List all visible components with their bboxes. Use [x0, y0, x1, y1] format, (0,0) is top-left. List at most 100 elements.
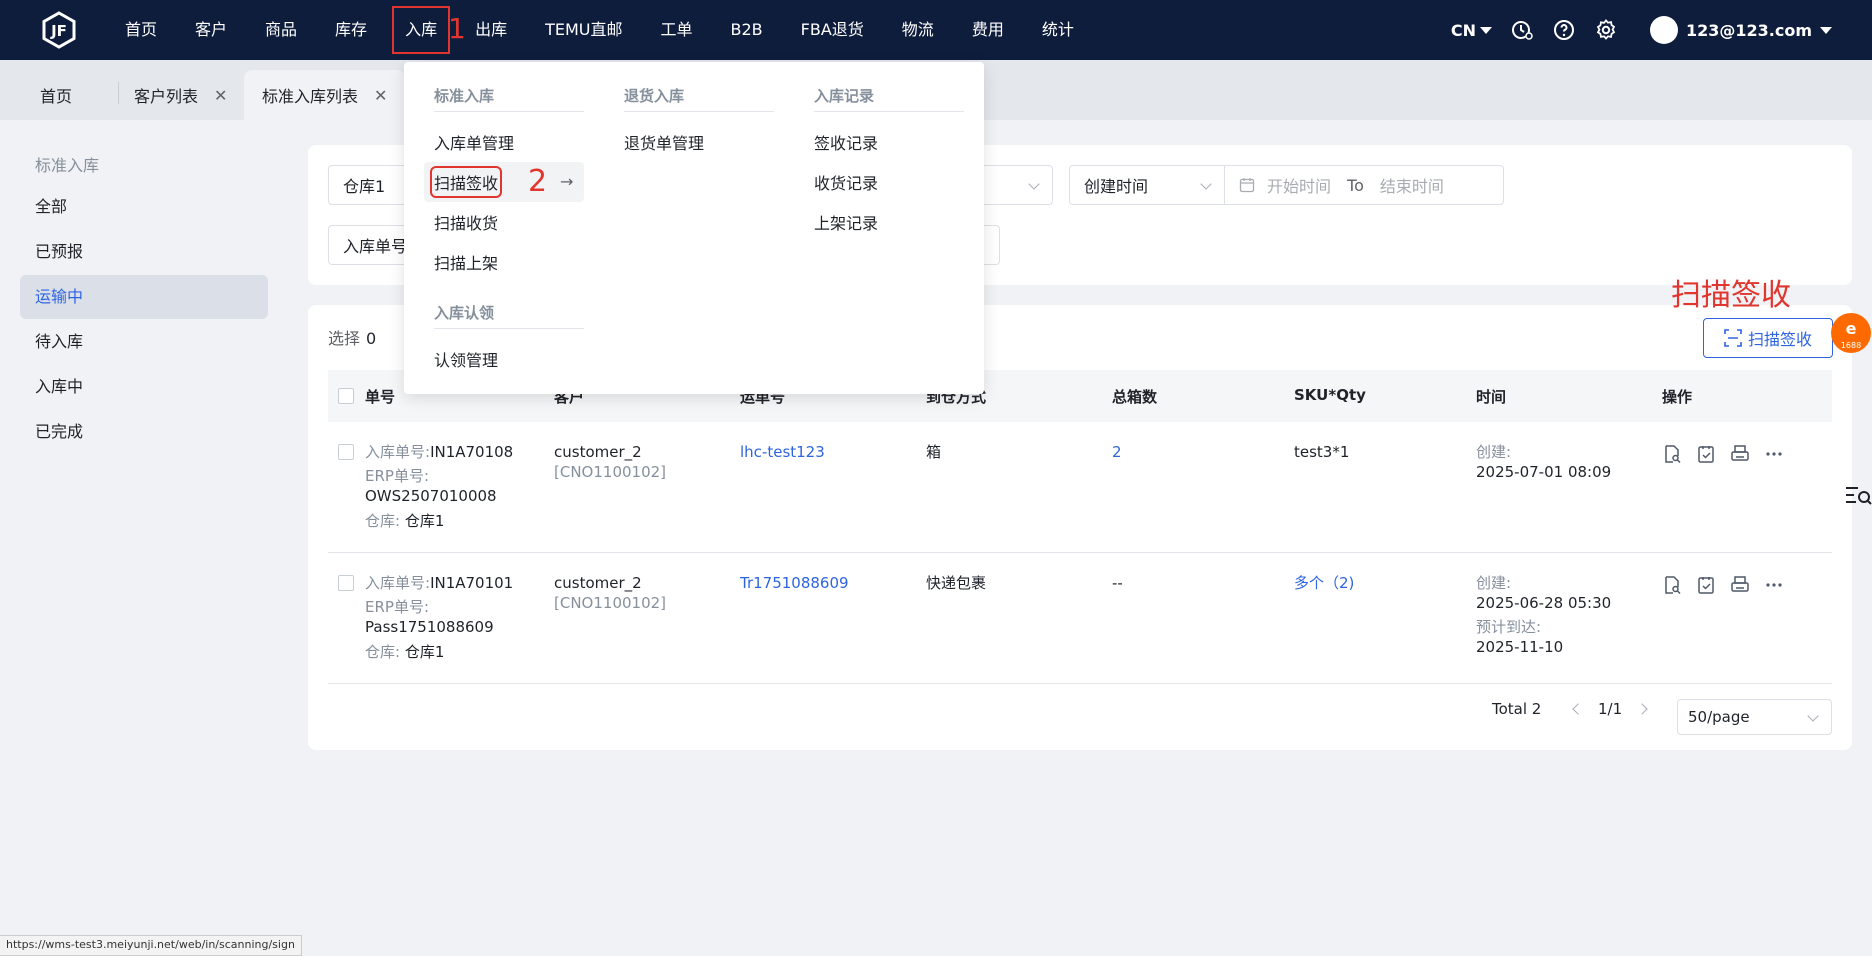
close-icon[interactable]: ✕: [374, 86, 387, 105]
time-type-select[interactable]: 创建时间: [1069, 165, 1225, 205]
col-order-no: 单号: [365, 388, 396, 406]
menu-divider: [434, 328, 584, 329]
select-all-checkbox[interactable]: [338, 388, 354, 404]
nav-home[interactable]: 首页: [106, 0, 176, 60]
nav-products[interactable]: 商品: [246, 0, 316, 60]
help-icon[interactable]: [1552, 18, 1576, 42]
close-icon[interactable]: ✕: [214, 86, 227, 105]
nav-workorder[interactable]: 工单: [642, 0, 712, 60]
row-actions: [1662, 444, 1784, 464]
menu-item-sign-records[interactable]: 签收记录: [814, 130, 878, 154]
time-type-value: 创建时间: [1084, 177, 1149, 196]
sidebar-item-in-progress[interactable]: 入库中: [20, 365, 268, 409]
menu-group-records: 入库记录: [814, 87, 875, 105]
sidebar-item-forecasted[interactable]: 已预报: [20, 230, 268, 274]
nav-logistics[interactable]: 物流: [883, 0, 953, 60]
sidebar-item-pending[interactable]: 待入库: [20, 320, 268, 364]
view-detail-icon[interactable]: [1662, 575, 1682, 595]
menu-item-receive-records[interactable]: 收货记录: [814, 170, 878, 194]
print-icon[interactable]: [1730, 575, 1750, 595]
clock-settings-icon[interactable]: [1510, 18, 1534, 42]
prev-page-button[interactable]: [1572, 700, 1584, 715]
tracking-link[interactable]: lhc-test123: [740, 442, 825, 462]
more-icon[interactable]: [1764, 575, 1784, 595]
sku-qty-link[interactable]: 多个（2): [1294, 573, 1354, 593]
col-sku-qty: SKU*Qty: [1294, 386, 1366, 404]
list-search-icon[interactable]: [1844, 484, 1872, 508]
menu-item-scan-receive[interactable]: 扫描收货: [434, 210, 498, 234]
scan-sign-label: 扫描签收: [1747, 330, 1812, 349]
view-detail-icon[interactable]: [1662, 444, 1682, 464]
nav-inbound[interactable]: 入库: [386, 0, 456, 60]
sidebar-item-in-transit[interactable]: 运输中: [20, 275, 268, 319]
table-row: 入库单号:IN1A70108 ERP单号: OWS2507010008 仓库: …: [328, 422, 1832, 553]
nav-outbound[interactable]: 出库: [456, 0, 526, 60]
warehouse-value: 仓库1: [404, 512, 445, 530]
gear-icon[interactable]: [1594, 18, 1618, 42]
language-switch[interactable]: CN: [1451, 21, 1492, 40]
customer-code: [CNO1100102]: [554, 463, 667, 481]
nav-temu[interactable]: TEMU直邮: [526, 0, 641, 60]
sku-qty: test3*1: [1294, 443, 1350, 461]
col-actions: 操作: [1662, 388, 1693, 406]
row-checkbox[interactable]: [338, 444, 354, 460]
menu-item-shelve-records[interactable]: 上架记录: [814, 210, 878, 234]
sign-receipt-icon[interactable]: [1696, 444, 1716, 464]
chevron-down-icon: [1028, 178, 1040, 190]
sign-receipt-icon[interactable]: [1696, 575, 1716, 595]
caret-down-icon: [1479, 26, 1492, 34]
top-navbar: JF 首页 客户 商品 库存 入库 出库 TEMU直邮 工单 B2B FBA退货…: [0, 0, 1872, 60]
erp-no-label: ERP单号:: [365, 467, 429, 485]
menu-item-return-orders[interactable]: 退货单管理: [624, 130, 704, 154]
created-time: 2025-06-28 05:30: [1476, 594, 1612, 612]
tab-customer-list[interactable]: 客户列表 ✕: [116, 70, 245, 120]
tab-home[interactable]: 首页: [22, 70, 90, 120]
page-size-select[interactable]: 50/page: [1677, 699, 1832, 735]
menu-item-scan-shelve[interactable]: 扫描上架: [434, 250, 498, 274]
arrival-method: 快递包裹: [926, 574, 987, 592]
customer-name: customer_2: [554, 574, 642, 592]
user-menu[interactable]: 123@123.com: [1649, 16, 1832, 44]
total-boxes-link[interactable]: 2: [1112, 442, 1122, 462]
sidebar-item-completed[interactable]: 已完成: [20, 410, 268, 454]
tab-label: 首页: [40, 87, 73, 106]
app-logo[interactable]: JF: [40, 11, 78, 49]
nav-customers[interactable]: 客户: [176, 0, 246, 60]
created-time: 2025-07-01 08:09: [1476, 463, 1612, 481]
row-checkbox[interactable]: [338, 575, 354, 591]
menu-item-claim-management[interactable]: 认领管理: [434, 347, 498, 371]
menu-divider: [434, 111, 584, 112]
date-range-picker[interactable]: 开始时间 To 结束时间: [1224, 165, 1504, 205]
table-row: 入库单号:IN1A70101 ERP单号: Pass1751088609 仓库:…: [328, 553, 1832, 684]
nav-stats[interactable]: 统计: [1023, 0, 1093, 60]
selection-counter: 选择 0: [328, 325, 376, 349]
menu-group-standard: 标准入库: [434, 87, 495, 105]
arrow-right-icon: →: [560, 172, 574, 191]
nav-fba-returns[interactable]: FBA退货: [782, 0, 883, 60]
marketplace-logo-icon[interactable]: e 1688: [1830, 312, 1872, 354]
select-label: 选择: [328, 329, 361, 348]
warehouse-value: 仓库1: [404, 643, 445, 661]
end-date-placeholder: 结束时间: [1379, 177, 1444, 196]
scan-icon: [1724, 329, 1742, 347]
nav-inventory[interactable]: 库存: [316, 0, 386, 60]
warehouse-label: 仓库:: [365, 643, 401, 661]
warehouse-info: 仓库: 仓库1: [365, 511, 444, 531]
next-page-button[interactable]: [1636, 700, 1648, 715]
tab-standard-inbound-list[interactable]: 标准入库列表 ✕: [244, 70, 406, 120]
nav-fees[interactable]: 费用: [953, 0, 1023, 60]
nav-b2b[interactable]: B2B: [712, 0, 782, 60]
user-email: 123@123.com: [1685, 20, 1812, 40]
scan-sign-button[interactable]: 扫描签收: [1703, 318, 1833, 358]
menu-item-inbound-orders[interactable]: 入库单管理: [434, 130, 514, 154]
print-icon[interactable]: [1730, 444, 1750, 464]
inbound-no-value: IN1A70108: [430, 443, 514, 461]
warehouse-info: 仓库: 仓库1: [365, 642, 444, 662]
tracking-link[interactable]: Tr1751088609: [740, 573, 849, 593]
menu-item-scan-sign[interactable]: 扫描签收: [429, 166, 503, 198]
more-icon[interactable]: [1764, 444, 1784, 464]
svg-text:e: e: [1846, 319, 1857, 338]
menu-group-returns: 退货入库: [624, 87, 685, 105]
pagination-page: 1/1: [1598, 700, 1623, 718]
sidebar-item-all[interactable]: 全部: [20, 185, 268, 229]
